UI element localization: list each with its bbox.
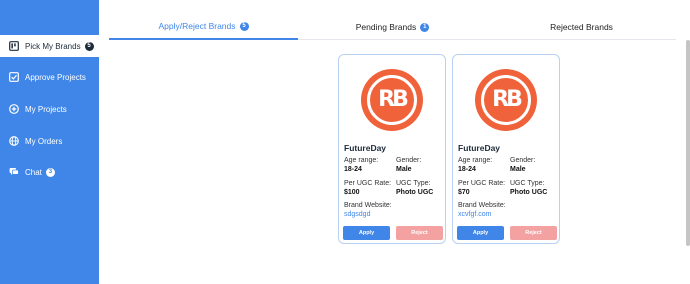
tab-label: Pending Brands — [355, 22, 417, 32]
age-range-value: 18-24 — [458, 166, 476, 173]
brand-card: RB FutureDay Age range: 18-24 Gender: Ma… — [452, 54, 560, 244]
sidebar-item-label: Chat — [25, 167, 42, 177]
age-range-label: Age range: — [344, 157, 379, 164]
circle-plus-icon — [9, 104, 19, 114]
ugc-type-value: Photo UGC — [510, 189, 548, 196]
brand-name: FutureDay — [458, 143, 501, 153]
ugc-rate-label: Per UGC Rate: — [458, 180, 506, 187]
gender-value: Male — [396, 166, 412, 173]
brand-logo: RB — [475, 69, 537, 131]
brand-name: FutureDay — [344, 143, 387, 153]
brand-logo: RB — [361, 69, 423, 131]
tab-bar: Apply/Reject Brands 5 Pending Brands 1 R… — [109, 14, 676, 40]
sidebar: Pick My Brands 5 Approve Projects My Pro… — [0, 0, 99, 284]
sidebar-item-label: Pick My Brands — [25, 41, 81, 51]
gender-label: Gender: — [510, 157, 536, 164]
brand-logo-mark: RB — [492, 87, 523, 112]
reject-button[interactable]: Reject — [396, 226, 443, 240]
chat-icon — [9, 167, 19, 177]
brand-website-label: Brand Website: — [344, 202, 392, 209]
age-range-value: 18-24 — [344, 166, 362, 173]
tab-pending-brands[interactable]: Pending Brands 1 — [298, 14, 487, 40]
brand-website-label: Brand Website: — [458, 202, 506, 209]
gender-label: Gender: — [396, 157, 422, 164]
sidebar-badge: 3 — [45, 167, 55, 177]
ugc-rate-value: $70 — [458, 189, 470, 196]
reject-button[interactable]: Reject — [510, 226, 557, 240]
tab-rejected-brands[interactable]: Rejected Brands — [487, 14, 676, 40]
tab-label: Apply/Reject Brands — [158, 21, 236, 31]
apply-button[interactable]: Apply — [457, 226, 504, 240]
tab-apply-reject-brands[interactable]: Apply/Reject Brands 5 — [109, 14, 298, 40]
checkbox-icon — [9, 72, 19, 82]
ugc-rate-value: $100 — [344, 189, 360, 196]
tab-badge: 5 — [239, 21, 249, 31]
apply-button[interactable]: Apply — [343, 226, 390, 240]
sidebar-item-label: My Orders — [25, 136, 63, 146]
tab-label: Rejected Brands — [550, 22, 613, 32]
sidebar-item-approve-projects[interactable]: Approve Projects — [0, 66, 99, 88]
brand-logo-mark: RB — [378, 87, 409, 112]
scrollbar[interactable] — [686, 40, 690, 246]
gender-value: Male — [510, 166, 526, 173]
age-range-label: Age range: — [458, 157, 493, 164]
sidebar-item-label: My Projects — [25, 104, 67, 114]
sidebar-item-chat[interactable]: Chat 3 — [0, 161, 99, 183]
tab-badge: 1 — [420, 22, 430, 32]
sidebar-item-label: Approve Projects — [25, 72, 86, 82]
sidebar-item-my-projects[interactable]: My Projects — [0, 98, 99, 120]
ugc-type-value: Photo UGC — [396, 189, 434, 196]
board-icon — [9, 41, 19, 51]
globe-icon — [9, 136, 19, 146]
sidebar-badge: 5 — [84, 41, 94, 51]
sidebar-item-pick-my-brands[interactable]: Pick My Brands 5 — [0, 35, 99, 57]
ugc-type-label: UGC Type: — [396, 180, 431, 187]
brand-card: RB FutureDay Age range: 18-24 Gender: Ma… — [338, 54, 446, 244]
brand-website-link[interactable]: sdgsdgd — [344, 211, 370, 218]
sidebar-item-my-orders[interactable]: My Orders — [0, 130, 99, 152]
ugc-type-label: UGC Type: — [510, 180, 545, 187]
ugc-rate-label: Per UGC Rate: — [344, 180, 392, 187]
brand-website-link[interactable]: xcvfgf.com — [458, 211, 491, 218]
